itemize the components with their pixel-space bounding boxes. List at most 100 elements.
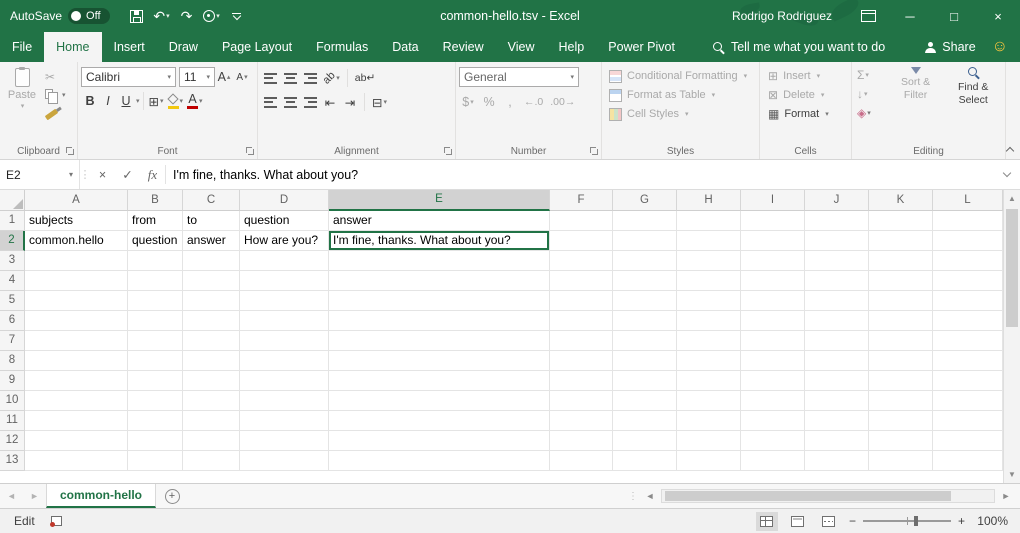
cell-G5[interactable] [613,291,677,311]
cell-B13[interactable] [128,451,183,471]
cell-F6[interactable] [550,311,613,331]
user-name[interactable]: Rodrigo Rodriguez [732,0,832,32]
cell-C10[interactable] [183,391,240,411]
borders-button[interactable]: ⊞▾ [147,91,166,111]
column-header-A[interactable]: A [25,190,128,211]
cell-L11[interactable] [933,411,1003,431]
font-dialog-launcher-icon[interactable] [246,147,254,155]
row-header-12[interactable]: 12 [0,431,25,451]
row-header-5[interactable]: 5 [0,291,25,311]
borders-dropdown-icon[interactable]: ▾ [160,97,164,105]
cell-E5[interactable] [329,291,550,311]
cell-B6[interactable] [128,311,183,331]
clear-button[interactable]: ◈▾ [855,104,887,121]
decrease-indent-button[interactable]: ⇤ [321,92,339,112]
sort-filter-button[interactable]: Sort & Filter [887,67,945,142]
cell-B12[interactable] [128,431,183,451]
cell-D8[interactable] [240,351,329,371]
cell-K2[interactable] [869,231,933,251]
paste-button[interactable]: Paste ▾ [3,68,41,142]
undo-dropdown-icon[interactable]: ▾ [166,12,170,20]
column-header-I[interactable]: I [741,190,805,211]
cut-button[interactable]: ✂ [45,69,66,85]
cell-B3[interactable] [128,251,183,271]
cell-A2[interactable]: common.hello [25,231,128,251]
cell-J5[interactable] [805,291,869,311]
previous-sheet-button[interactable]: ◄ [0,484,23,508]
cell-L6[interactable] [933,311,1003,331]
zoom-level[interactable]: 100% [974,514,1008,528]
cell-G11[interactable] [613,411,677,431]
row-header-7[interactable]: 7 [0,331,25,351]
cell-G4[interactable] [613,271,677,291]
cell-L5[interactable] [933,291,1003,311]
underline-dropdown-icon[interactable]: ▾ [136,97,140,105]
cell-F3[interactable] [550,251,613,271]
cell-G1[interactable] [613,211,677,231]
cell-D3[interactable] [240,251,329,271]
cell-E1[interactable]: answer [329,211,550,231]
cell-G10[interactable] [613,391,677,411]
autosave-pill[interactable]: Off [68,8,109,24]
insert-cells-button[interactable]: ⊞ Insert ▾ [763,67,848,85]
close-button[interactable]: × [976,0,1020,32]
fill-button[interactable]: ↓▾ [855,85,887,102]
font-name-combo[interactable]: Calibri▾ [81,67,176,87]
font-size-dropdown-icon[interactable]: ▾ [206,73,210,81]
cell-C8[interactable] [183,351,240,371]
comma-style-button[interactable]: , [501,92,519,112]
cell-I13[interactable] [741,451,805,471]
tell-me-box[interactable]: Tell me what you want to do [713,32,885,62]
column-header-E[interactable]: E [329,190,550,211]
decrease-decimal-button[interactable]: .00→ [548,92,577,112]
cell-F2[interactable] [550,231,613,251]
enter-button[interactable]: ✓ [115,160,140,189]
select-all-corner[interactable] [0,190,25,211]
name-box-dropdown-icon[interactable]: ▾ [69,170,73,179]
ribbon-tab-draw[interactable]: Draw [157,32,210,62]
cell-C3[interactable] [183,251,240,271]
cell-E7[interactable] [329,331,550,351]
cell-A13[interactable] [25,451,128,471]
row-header-1[interactable]: 1 [0,211,25,231]
font-size-combo[interactable]: 11▾ [179,67,215,87]
cell-D10[interactable] [240,391,329,411]
scroll-up-button[interactable]: ▲ [1008,194,1016,203]
cell-A5[interactable] [25,291,128,311]
cell-I3[interactable] [741,251,805,271]
cell-H12[interactable] [677,431,741,451]
cell-A6[interactable] [25,311,128,331]
cell-D5[interactable] [240,291,329,311]
cell-B1[interactable]: from [128,211,183,231]
cell-E6[interactable] [329,311,550,331]
middle-align-button[interactable] [281,68,299,88]
cell-A9[interactable] [25,371,128,391]
cell-H1[interactable] [677,211,741,231]
cell-D7[interactable] [240,331,329,351]
cell-I8[interactable] [741,351,805,371]
cell-F11[interactable] [550,411,613,431]
number-format-combo[interactable]: General▾ [459,67,579,87]
cell-K5[interactable] [869,291,933,311]
fill-color-button[interactable]: ▾ [166,91,186,111]
row-header-6[interactable]: 6 [0,311,25,331]
accounting-dropdown-icon[interactable]: ▾ [470,98,474,106]
new-sheet-button[interactable]: + [156,484,188,508]
cell-K6[interactable] [869,311,933,331]
scroll-left-button[interactable]: ◄ [642,491,658,501]
bold-button[interactable]: B [81,91,99,111]
share-button[interactable]: Share [925,40,975,54]
cell-J4[interactable] [805,271,869,291]
cell-E4[interactable] [329,271,550,291]
cell-I6[interactable] [741,311,805,331]
cell-C4[interactable] [183,271,240,291]
name-box[interactable]: E2 ▾ [0,160,80,189]
maximize-button[interactable]: □ [932,0,976,32]
cell-I1[interactable] [741,211,805,231]
cancel-button[interactable]: × [90,160,115,189]
column-header-D[interactable]: D [240,190,329,211]
cell-L3[interactable] [933,251,1003,271]
ribbon-tab-data[interactable]: Data [380,32,430,62]
cell-G7[interactable] [613,331,677,351]
cell-L2[interactable] [933,231,1003,251]
